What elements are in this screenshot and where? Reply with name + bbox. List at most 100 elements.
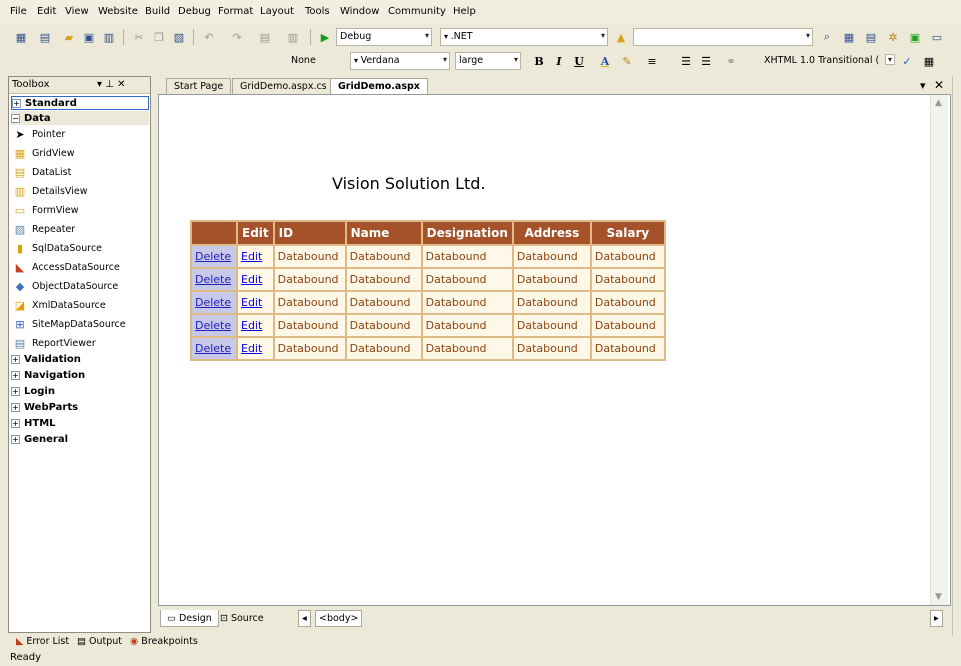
category-html[interactable]: + HTML [11, 416, 149, 430]
bold-button[interactable]: B [530, 52, 548, 70]
find-icon[interactable]: ▲ [612, 28, 630, 46]
fore-color-icon[interactable]: A [596, 52, 614, 70]
toolbox-item-sqldatasource[interactable]: ▮ SqlDataSource [13, 239, 147, 257]
menu-format[interactable]: Format [218, 6, 253, 17]
toolbox-item-formview[interactable]: ▭ FormView [13, 201, 147, 219]
toolbox-item-xmldatasource[interactable]: ◪ XmlDataSource [13, 296, 147, 314]
design-vertical-scrollbar[interactable]: ▲ ▼ [930, 95, 948, 605]
navigate-forward-icon[interactable]: ▥ [284, 28, 302, 46]
category-validation[interactable]: + Validation [11, 352, 149, 366]
delete-link[interactable]: Delete [195, 273, 231, 286]
new-project-icon[interactable]: ▦ [12, 28, 30, 46]
edit-link[interactable]: Edit [241, 296, 262, 309]
gridview-control[interactable]: Edit ID Name Designation Address Salary … [190, 220, 666, 361]
menu-edit[interactable]: Edit [37, 6, 56, 17]
cut-icon[interactable]: ✂ [130, 28, 148, 46]
solution-config-select[interactable]: Debug ▾ [336, 28, 432, 46]
find-in-files-icon[interactable]: ⌕ [818, 28, 836, 46]
more-toolbar-icon[interactable]: ▭ [928, 28, 946, 46]
menu-help[interactable]: Help [453, 6, 476, 17]
tag-body[interactable]: <body> [315, 610, 363, 627]
start-debug-icon[interactable]: ▶ [316, 28, 334, 46]
tab-breakpoints[interactable]: ◉ Breakpoints [124, 633, 204, 650]
save-icon[interactable]: ▣ [80, 28, 98, 46]
undo-icon[interactable]: ↶ [200, 28, 218, 46]
menu-website[interactable]: Website [98, 6, 138, 17]
menu-tools[interactable]: Tools [305, 6, 330, 17]
toolbox-item-detailsview[interactable]: ▥ DetailsView [13, 182, 147, 200]
menu-debug[interactable]: Debug [178, 6, 211, 17]
edit-link[interactable]: Edit [241, 342, 262, 355]
bulleted-list-icon[interactable]: ☰ [697, 52, 715, 70]
toolbox-item-pointer[interactable]: ➤ Pointer [13, 125, 147, 143]
tab-design[interactable]: ▭ Design [160, 610, 219, 627]
menu-layout[interactable]: Layout [260, 6, 294, 17]
menu-build[interactable]: Build [145, 6, 170, 17]
tab-griddemo-aspx-cs[interactable]: GridDemo.aspx.cs [232, 78, 335, 94]
tag-nav-forward[interactable]: ▸ [930, 610, 943, 627]
category-standard[interactable]: + Standard [11, 96, 149, 110]
menu-view[interactable]: View [65, 6, 89, 17]
design-surface[interactable]: Vision Solution Ltd. Edit ID Name Design… [158, 94, 951, 606]
tab-source[interactable]: ⊡ Source [214, 610, 270, 627]
block-format-select[interactable]: None [287, 52, 351, 70]
toolbox-item-sitemapdatasource[interactable]: ⊞ SiteMapDataSource [13, 315, 147, 333]
justify-icon[interactable]: ≡ [643, 52, 661, 70]
save-all-icon[interactable]: ▥ [100, 28, 118, 46]
toolbox-item-accessdatasource[interactable]: ◣ AccessDataSource [13, 258, 147, 276]
doctype-select[interactable]: XHTML 1.0 Transitional (▾ [760, 52, 896, 70]
page-heading[interactable]: Vision Solution Ltd. [332, 174, 486, 193]
delete-link[interactable]: Delete [195, 319, 231, 332]
edit-link[interactable]: Edit [241, 273, 262, 286]
tab-griddemo-aspx[interactable]: GridDemo.aspx [330, 78, 428, 94]
navigate-back-icon[interactable]: ▤ [256, 28, 274, 46]
tab-start-page[interactable]: Start Page [166, 78, 232, 94]
toolbox-window-controls[interactable]: ▾ ⊥ ✕ [97, 79, 125, 90]
paste-icon[interactable]: ▧ [170, 28, 188, 46]
delete-link[interactable]: Delete [195, 296, 231, 309]
close-icon[interactable]: ✕ [934, 78, 944, 92]
font-size-select[interactable]: large ▾ [455, 52, 521, 70]
tab-output[interactable]: ▤ Output [71, 633, 128, 650]
menu-community[interactable]: Community [388, 6, 446, 17]
delete-link[interactable]: Delete [195, 250, 231, 263]
platform-select[interactable]: ▾ .NET ▾ [440, 28, 608, 46]
italic-button[interactable]: I [550, 52, 568, 70]
open-icon[interactable]: ▰ [60, 28, 78, 46]
numbered-list-icon[interactable]: ☰ [677, 52, 695, 70]
toolbox-item-reportviewer[interactable]: ▤ ReportViewer [13, 334, 147, 352]
add-item-icon[interactable]: ▤ [36, 28, 54, 46]
tag-nav-back[interactable]: ◂ [298, 610, 311, 627]
underline-button[interactable]: U [570, 52, 588, 70]
highlight-icon[interactable]: ✎ [618, 52, 636, 70]
category-login[interactable]: + Login [11, 384, 149, 398]
solution-explorer-icon[interactable]: ▦ [840, 28, 858, 46]
edit-link[interactable]: Edit [241, 250, 262, 263]
toolbox-item-repeater[interactable]: ▧ Repeater [13, 220, 147, 238]
tab-dropdown-icon[interactable]: ▾ [920, 79, 926, 92]
menu-window[interactable]: Window [340, 6, 379, 17]
scroll-down-icon[interactable]: ▼ [935, 592, 942, 602]
font-name-select[interactable]: ▾ Verdana ▾ [350, 52, 450, 70]
hyperlink-icon[interactable]: ⚭ [722, 52, 740, 70]
check-accessibility-icon[interactable]: ✓ [898, 52, 916, 70]
toolbox-item-objectdatasource[interactable]: ◆ ObjectDataSource [13, 277, 147, 295]
properties-icon[interactable]: ▤ [862, 28, 880, 46]
tab-error-list[interactable]: ◣ Error List [10, 633, 75, 650]
right-side-panel-strip[interactable] [952, 76, 961, 636]
edit-link[interactable]: Edit [241, 319, 262, 332]
copy-icon[interactable]: ❐ [150, 28, 168, 46]
toolbox-item-datalist[interactable]: ▤ DataList [13, 163, 147, 181]
redo-icon[interactable]: ↷ [228, 28, 246, 46]
toolbox-item-gridview[interactable]: ▦ GridView [13, 144, 147, 162]
category-data[interactable]: − Data [11, 111, 149, 125]
delete-link[interactable]: Delete [195, 342, 231, 355]
menu-file[interactable]: File [10, 6, 27, 17]
toolbox-icon[interactable]: ✲ [884, 28, 902, 46]
category-webparts[interactable]: + WebParts [11, 400, 149, 414]
find-combo[interactable]: ▾ [633, 28, 813, 46]
validate-icon[interactable]: ▦ [920, 52, 938, 70]
object-browser-icon[interactable]: ▣ [906, 28, 924, 46]
category-general[interactable]: + General [11, 432, 149, 446]
category-navigation[interactable]: + Navigation [11, 368, 149, 382]
